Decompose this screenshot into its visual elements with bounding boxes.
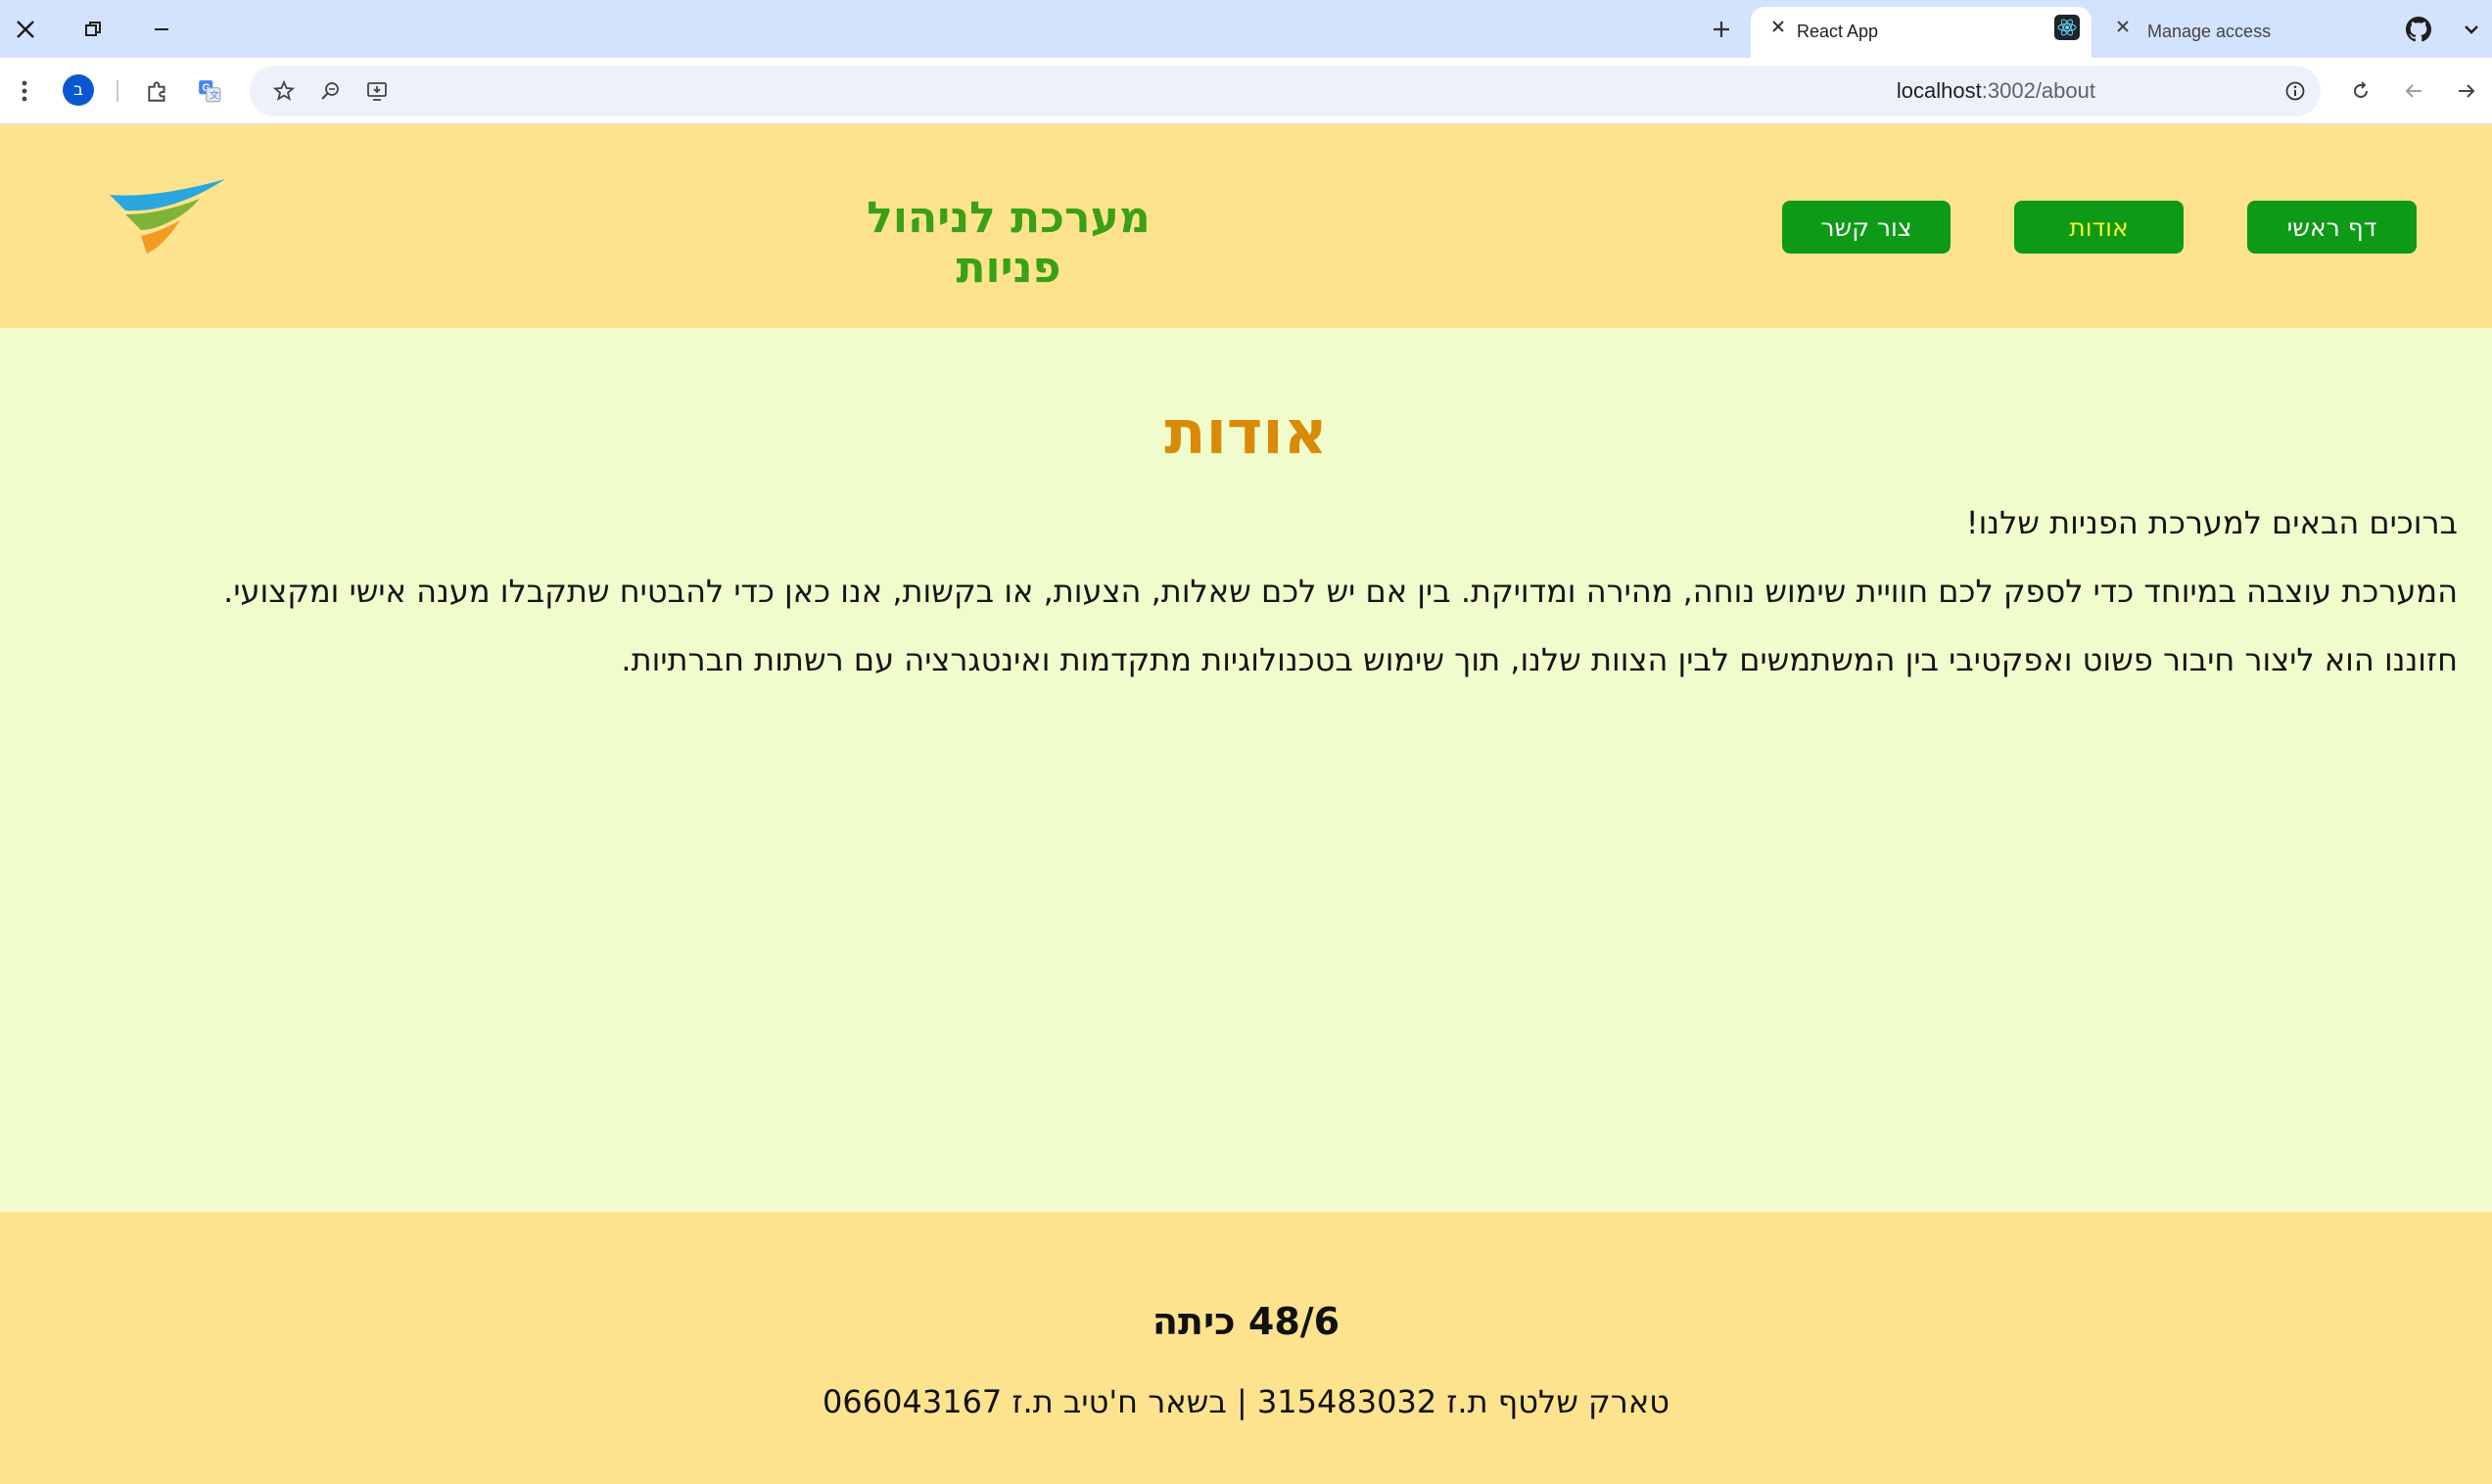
close-icon[interactable] bbox=[6, 10, 45, 49]
welcome-paragraph: ברוכים הבאים למערכת הפניות שלנו! bbox=[1965, 504, 2458, 541]
url-host: localhost bbox=[1896, 78, 1982, 103]
menu-icon[interactable] bbox=[7, 73, 42, 109]
nav-home-button[interactable]: דף ראשי bbox=[2247, 201, 2417, 254]
restore-icon[interactable] bbox=[73, 10, 113, 49]
nav-about-button[interactable]: אודות bbox=[2014, 201, 2184, 254]
bookmark-star-icon[interactable] bbox=[266, 73, 302, 109]
about-content: אודות ברוכים הבאים למערכת הפניות שלנו! ה… bbox=[0, 328, 2492, 1212]
web-page: דף ראשי אודות צור קשר מערכת לניהול פניות… bbox=[0, 124, 2492, 1484]
site-logo bbox=[106, 175, 233, 273]
extensions-icon[interactable] bbox=[140, 73, 175, 109]
vision-paragraph: חזוננו הוא ליצור חיבור פשוט ואפקטיבי בין… bbox=[621, 641, 2458, 678]
reload-icon[interactable] bbox=[2343, 73, 2378, 109]
page-title: אודות bbox=[1164, 396, 1328, 468]
site-info-icon[interactable] bbox=[2278, 73, 2313, 109]
site-footer: 48/6 כיתה טארק שלטף ת.ז 315483032 | בשאר… bbox=[0, 1212, 2492, 1484]
minimize-icon[interactable] bbox=[142, 10, 181, 49]
tab-close-icon[interactable] bbox=[2115, 18, 2131, 40]
tab-title: Manage access bbox=[2147, 22, 2272, 41]
url-text[interactable]: localhost:3002/about bbox=[1897, 78, 2095, 104]
translate-icon[interactable]: G文 bbox=[192, 73, 227, 109]
authors-text: טארק שלטף ת.ז 315483032 | בשאר ח'טיב ת.ז… bbox=[823, 1383, 1669, 1420]
install-app-icon[interactable] bbox=[359, 73, 395, 109]
browser-tab-strip: React App Manage access bbox=[0, 0, 2492, 58]
description-paragraph: המערכת עוצבה במיוחד כדי לספק לכם חוויית … bbox=[223, 573, 2458, 610]
github-icon bbox=[2399, 10, 2438, 49]
url-path: :3002/about bbox=[1981, 78, 2095, 103]
new-tab-icon[interactable] bbox=[1704, 12, 1739, 47]
browser-toolbar: ב G文 localhost:3002/about bbox=[0, 58, 2492, 124]
nav-contact-button[interactable]: צור קשר bbox=[1782, 201, 1951, 254]
site-header: דף ראשי אודות צור קשר מערכת לניהול פניות bbox=[0, 124, 2492, 328]
tab-close-icon[interactable] bbox=[1770, 18, 1786, 40]
back-icon[interactable] bbox=[2396, 73, 2431, 109]
svg-text:文: 文 bbox=[210, 89, 219, 102]
zoom-icon[interactable] bbox=[313, 73, 349, 109]
react-logo-icon bbox=[2054, 15, 2080, 40]
class-label: 48/6 כיתה bbox=[1152, 1300, 1340, 1343]
address-bar[interactable]: localhost:3002/about bbox=[250, 66, 2321, 116]
profile-avatar[interactable]: ב bbox=[63, 74, 94, 106]
toolbar-divider bbox=[117, 80, 118, 102]
tab-manage-access[interactable]: Manage access bbox=[2103, 7, 2387, 58]
tab-search-icon[interactable] bbox=[2452, 10, 2491, 49]
tab-title: React App bbox=[1797, 22, 1879, 41]
forward-icon[interactable] bbox=[2449, 73, 2484, 109]
tab-react-app[interactable]: React App bbox=[1751, 7, 2092, 58]
site-title: מערכת לניהול פניות bbox=[867, 193, 1151, 293]
